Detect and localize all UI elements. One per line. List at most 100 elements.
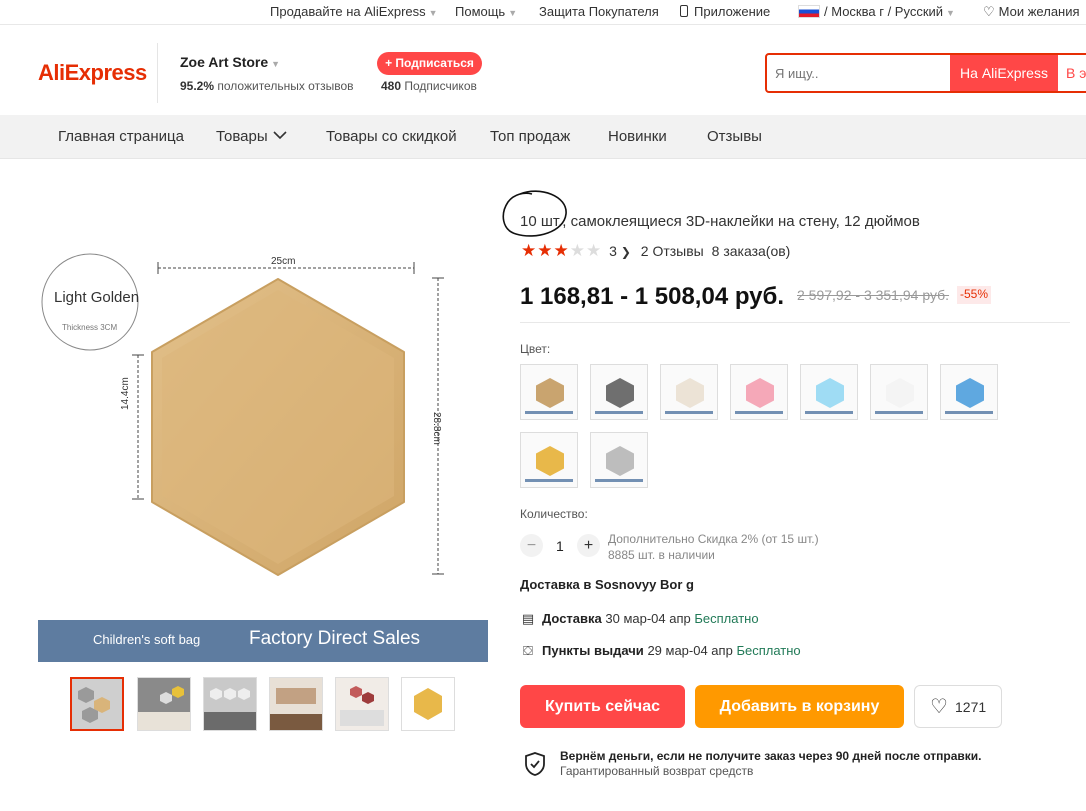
rating-stars: ★★★★★: [521, 241, 602, 260]
nav-discounted[interactable]: Товары со скидкой: [326, 128, 457, 145]
color-swatch-7[interactable]: [940, 364, 998, 420]
divider: [0, 24, 1086, 25]
swatch-banner: [665, 411, 713, 414]
color-swatch-3[interactable]: [660, 364, 718, 420]
russia-flag-icon: [798, 5, 820, 18]
hexagon-swatch-icon: [606, 378, 634, 408]
hexagon-swatch-icon: [886, 378, 914, 408]
swatch-banner: [945, 411, 993, 414]
star-icon: ★: [569, 241, 585, 260]
guarantee-title: Вернём деньги, если не получите заказ че…: [560, 749, 982, 763]
thumbnail-5[interactable]: [335, 677, 389, 731]
star-icon: ★: [553, 241, 569, 260]
swatch-banner: [525, 479, 573, 482]
star-icon: ★: [521, 241, 537, 260]
quantity-increase-button[interactable]: +: [577, 534, 600, 557]
hexagon-swatch-icon: [536, 378, 564, 408]
hexagon-swatch-icon: [676, 378, 704, 408]
hand-drawn-circle-annotation: [502, 190, 567, 237]
chevron-down-icon: ▼: [428, 8, 438, 18]
color-swatch-2[interactable]: [590, 364, 648, 420]
nav-reviews[interactable]: Отзывы: [707, 128, 762, 145]
search-store-button[interactable]: В э: [1058, 55, 1086, 91]
color-swatch-5[interactable]: [800, 364, 858, 420]
search-input[interactable]: [775, 63, 945, 83]
thumbnail-2[interactable]: [137, 677, 191, 731]
thumbnail-3[interactable]: [203, 677, 257, 731]
search-aliexpress-button[interactable]: На AliExpress: [950, 55, 1058, 91]
nav-home[interactable]: Главная страница: [58, 128, 184, 145]
buy-now-button[interactable]: Купить сейчас: [520, 685, 685, 728]
product-banner: Children's soft bag Factory Direct Sales: [38, 620, 488, 662]
chevron-down-icon: ▼: [946, 8, 955, 18]
old-price: 2 597,92 - 3 351,94 руб.: [797, 287, 950, 303]
subscribe-button[interactable]: + Подписаться: [377, 52, 482, 75]
banner-left-text: Children's soft bag: [93, 632, 201, 647]
aliexpress-logo[interactable]: AliExpress: [38, 60, 147, 86]
rating-value: 3: [609, 243, 617, 259]
thumbnail-1[interactable]: [70, 677, 124, 731]
wishlist-button[interactable]: ♡ 1271: [914, 685, 1002, 728]
star-icon: ★: [537, 241, 553, 260]
discount-badge: -55%: [957, 286, 992, 304]
nav-top-sales[interactable]: Топ продаж: [490, 128, 570, 145]
color-label: Цвет:: [520, 342, 551, 356]
color-swatch-4[interactable]: [730, 364, 788, 420]
delivery-row: ▤ Доставка 30 мар-04 апр Бесплатно: [521, 611, 759, 626]
thumbnail-4[interactable]: [269, 677, 323, 731]
reviews-link[interactable]: 2 Отзывы: [641, 243, 704, 259]
swatch-banner: [525, 411, 573, 414]
top-utility-bar: Продавайте на AliExpress ▼ Помощь ▼ Защита…: [0, 0, 1086, 24]
color-swatch-6[interactable]: [870, 364, 928, 420]
swatch-banner: [595, 411, 643, 414]
store-feedback: 95.2% положительных отзывов: [180, 79, 354, 93]
color-swatch-8[interactable]: [520, 432, 578, 488]
quantity-input[interactable]: 1: [556, 538, 564, 554]
height-dimension-label: 28.8cm: [431, 412, 442, 445]
store-name-link[interactable]: Zoe Art Store ▼: [180, 54, 280, 70]
nav-products[interactable]: Товары: [216, 128, 287, 145]
pickup-point-icon: ⛋: [523, 643, 533, 658]
pickup-row: ⛋ Пункты выдачи 29 мар-04 апр Бесплатно: [520, 643, 801, 659]
store-nav: Главная страница Товары Товары со скидко…: [0, 115, 1086, 159]
hexagon-swatch-icon: [816, 378, 844, 408]
color-swatch-1[interactable]: [520, 364, 578, 420]
product-main-image[interactable]: Light Golden Thickness 3CM 25cm 14.4cm 2…: [38, 172, 488, 662]
app-link[interactable]: Приложение: [680, 4, 770, 19]
orders-count: 8 заказа(ов): [711, 243, 791, 259]
nav-new[interactable]: Новинки: [608, 128, 667, 145]
color-swatch-9[interactable]: [590, 432, 648, 488]
chevron-down-icon: ▼: [271, 59, 281, 69]
swatch-banner: [875, 411, 923, 414]
guarantee-subtitle: Гарантированный возврат средств: [560, 764, 754, 778]
price: 1 168,81 - 1 508,04 руб.: [520, 283, 785, 310]
hexagon-swatch-icon: [746, 378, 774, 408]
divider: [520, 322, 1070, 323]
thumbnail-6[interactable]: [401, 677, 455, 731]
region-language-selector[interactable]: / Москва г / Русский ▼: [798, 4, 955, 19]
calendar-icon: ▤: [521, 611, 535, 626]
buyer-protection-link[interactable]: Защита Покупателя: [539, 4, 659, 19]
product-title: 10 шт., самоклеящиеся 3D-наклейки на сте…: [520, 213, 920, 230]
chevron-down-icon[interactable]: ❯: [621, 245, 631, 259]
help-link[interactable]: Помощь ▼: [455, 4, 517, 19]
banner-right-text: Factory Direct Sales: [249, 628, 421, 649]
hexagon-swatch-icon: [606, 446, 634, 476]
color-name-label: Light Golden: [54, 289, 140, 306]
shield-check-icon: [525, 752, 545, 776]
wishlist-link[interactable]: ♡ Мои желания: [983, 4, 1080, 20]
star-icon: ★: [586, 241, 602, 260]
add-to-cart-button[interactable]: Добавить в корзину: [695, 685, 904, 728]
hexagon-swatch-icon: [536, 446, 564, 476]
divider: [157, 43, 158, 103]
thickness-label: Thickness 3CM: [62, 323, 118, 332]
delivery-destination[interactable]: Доставка в Sosnovyy Bor g: [520, 577, 694, 592]
quantity-decrease-button[interactable]: −: [520, 534, 543, 557]
swatch-banner: [595, 479, 643, 482]
sell-on-aliexpress-link[interactable]: Продавайте на AliExpress ▼: [270, 4, 438, 19]
heart-icon: ♡: [930, 696, 948, 718]
quantity-label: Количество:: [520, 507, 588, 521]
chevron-down-icon: [273, 131, 287, 140]
side-dimension-label: 14.4cm: [120, 377, 131, 410]
search-bar: На AliExpress В э: [765, 53, 1086, 93]
